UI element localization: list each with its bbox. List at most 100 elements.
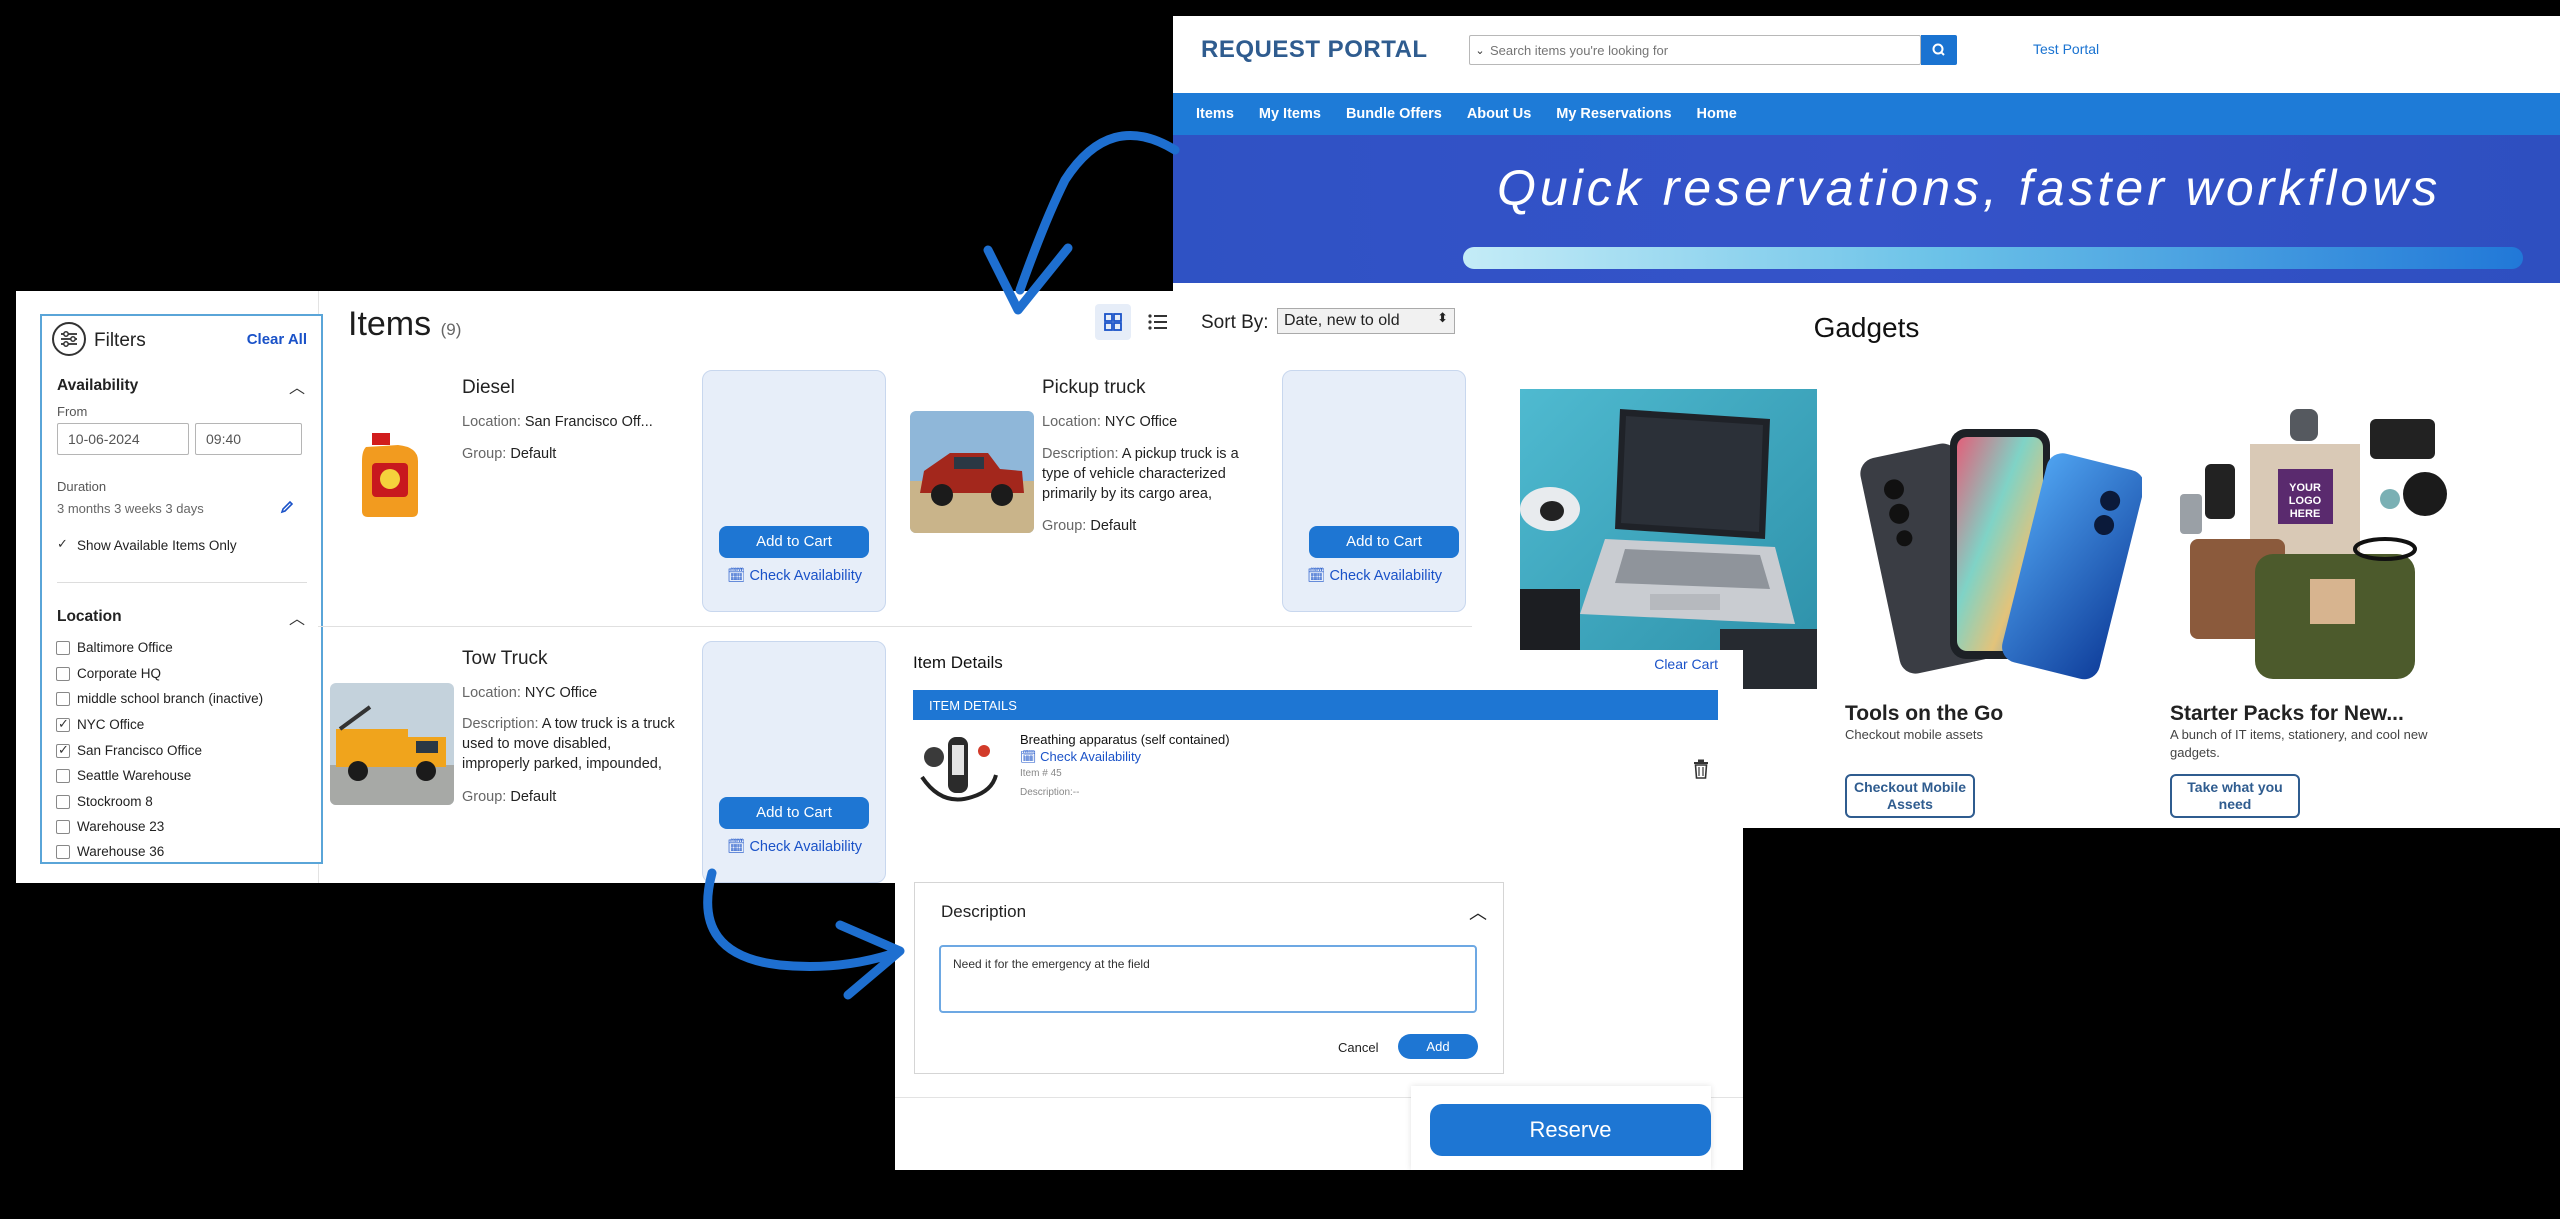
checkbox[interactable] [56,691,70,706]
item-name[interactable]: Tow Truck [462,648,548,670]
search-button[interactable] [1921,35,1957,65]
row-divider [318,626,1472,627]
checkbox[interactable] [56,768,70,783]
item-name[interactable]: Pickup truck [1042,377,1145,399]
diesel-image[interactable] [328,411,452,533]
check-availability-label: Check Availability [749,839,863,855]
add-to-cart-button[interactable]: Add to Cart [1309,526,1459,558]
chevron-up-icon[interactable]: ︿ [289,605,305,629]
search-bar[interactable]: ⌄ [1469,35,1921,65]
nav-bundle-offers[interactable]: Bundle Offers [1346,106,1442,122]
checkbox[interactable] [56,794,70,809]
checkmark-icon[interactable] [56,536,70,553]
add-to-cart-button[interactable]: Add to Cart [719,526,869,558]
location-option-label: Warehouse 36 [77,844,165,859]
banner-decor-bar [1463,247,2523,269]
duration-label: Duration [57,479,107,494]
from-time-field[interactable]: 09:40 [195,423,302,455]
add-button[interactable]: Add [1398,1034,1478,1059]
group-value: Default [510,446,557,462]
cancel-button[interactable]: Cancel [1338,1040,1378,1055]
svg-text:LOGO: LOGO [2289,495,2322,507]
location-option[interactable]: Seattle Warehouse [56,768,191,783]
nav-items[interactable]: Items [1196,106,1234,122]
availability-heading[interactable]: Availability [57,377,138,395]
edit-pencil-icon[interactable] [280,500,294,519]
location-option-label: Corporate HQ [77,666,162,681]
check-availability-link[interactable]: 🗓 Check Availability [727,838,862,855]
take-what-you-need-button[interactable]: Take what you need [2170,774,2300,818]
check-availability-link[interactable]: 🗓 Check Availability [1020,749,1141,765]
checkbox[interactable] [56,716,70,732]
location-key: Location: [462,685,521,701]
location-option[interactable]: San Francisco Office [56,742,202,758]
sort-select[interactable]: Date, new to old ⬍ [1277,308,1455,334]
checkbox[interactable] [56,844,70,859]
check-availability-link[interactable]: 🗓 Check Availability [1307,567,1442,584]
item-details-window: Item Details Clear Cart ITEM DETAILS Bre… [895,650,1743,1170]
nav-my-reservations[interactable]: My Reservations [1556,106,1671,122]
chevron-down-icon[interactable]: ⌄ [1470,44,1490,57]
reserve-button[interactable]: Reserve [1430,1104,1711,1156]
add-to-cart-button[interactable]: Add to Cart [719,797,869,829]
calendar-icon: 🗓 [727,839,746,855]
nav-my-items[interactable]: My Items [1259,106,1321,122]
checkbox[interactable] [56,666,70,681]
description-textarea[interactable]: Need it for the emergency at the field [939,945,1477,1013]
location-option[interactable]: middle school branch (inactive) [56,691,263,706]
item-location: Location: NYC Office [462,683,677,703]
portal-nav: Items My Items Bundle Offers About Us My… [1173,93,2560,135]
location-option[interactable]: Stockroom 8 [56,794,153,809]
breathing-apparatus-image[interactable] [912,727,1004,819]
item-action-panel: Add to Cart 🗓 Check Availability [702,370,886,612]
laptop-image[interactable] [1520,389,1817,689]
card-desc-starter: A bunch of IT items, stationery, and coo… [2170,727,2428,760]
location-key: Location: [462,414,521,430]
banner-title: Quick reservations, faster workflows [1497,160,2442,216]
location-option[interactable]: Baltimore Office [56,640,173,655]
location-option[interactable]: Corporate HQ [56,666,161,681]
checkout-mobile-assets-button[interactable]: Checkout Mobile Assets [1845,774,1975,818]
from-date-field[interactable]: 10-06-2024 [57,423,189,455]
reserve-footer: Reserve [1411,1086,1711,1170]
location-heading[interactable]: Location [57,608,122,626]
location-option[interactable]: NYC Office [56,716,144,732]
item-name[interactable]: Diesel [462,377,515,399]
location-option[interactable]: Warehouse 36 [56,844,164,859]
group-key: Group: [462,446,507,462]
location-value: San Francisco Off... [524,414,653,430]
description-heading[interactable]: Description [941,902,1026,922]
description-panel: Description ︿ Need it for the emergency … [914,882,1504,1074]
calendar-icon: 🗓 [1307,568,1326,584]
divider [57,582,307,583]
checkbox[interactable] [56,742,70,758]
location-option-label: Warehouse 23 [77,819,165,834]
filters-panel: Filters Clear All Availability ︿ From 10… [40,314,323,864]
item-location: Location: NYC Office [1042,412,1257,432]
nav-home[interactable]: Home [1697,106,1737,122]
checkbox[interactable] [56,640,70,655]
show-available-label: Show Available Items Only [77,538,237,553]
trash-icon[interactable] [1693,759,1709,779]
pickup-truck-image[interactable] [910,411,1034,533]
check-availability-link[interactable]: 🗓 Check Availability [727,567,862,584]
clear-cart-button[interactable]: Clear Cart [1654,656,1718,672]
item-description: Description: A pickup truck is a type of… [1042,444,1257,504]
svg-text:HERE: HERE [2290,508,2321,520]
test-portal-link[interactable]: Test Portal [2033,41,2099,57]
portal-logo[interactable]: REQUEST PORTAL [1201,36,1428,64]
item-count: (9) [440,320,462,339]
search-input[interactable] [1490,42,1890,58]
nav-about-us[interactable]: About Us [1467,106,1531,122]
location-option[interactable]: Warehouse 23 [56,819,164,834]
chevron-up-icon[interactable]: ︿ [289,374,305,398]
checkbox[interactable] [56,819,70,834]
tow-truck-image[interactable] [330,683,454,805]
show-available-toggle[interactable]: Show Available Items Only [56,536,237,553]
chevron-up-icon[interactable]: ︿ [1469,899,1487,925]
item-location: Location: San Francisco Off... [462,412,677,432]
phones-image[interactable] [1845,389,2142,689]
description-key: Description: [1042,446,1119,462]
starter-pack-image[interactable]: YOUR LOGO HERE [2170,389,2467,689]
clear-all-button[interactable]: Clear All [247,331,307,348]
